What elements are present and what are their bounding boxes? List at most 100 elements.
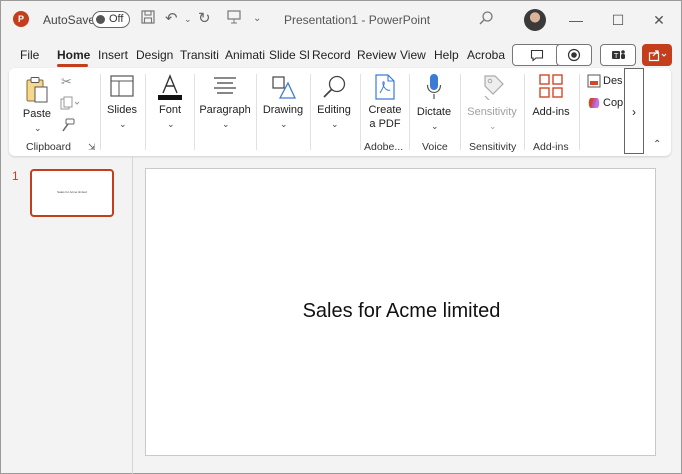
avatar[interactable] (524, 9, 546, 31)
svg-text:T: T (613, 52, 619, 60)
cut-icon[interactable]: ✂ (61, 74, 72, 90)
document-title: Presentation1 - PowerPoint (284, 13, 431, 27)
tab-animations[interactable]: Animati (225, 48, 265, 62)
present-icon[interactable] (226, 9, 242, 31)
dictate-button[interactable]: Dictate ⌄ (413, 72, 455, 132)
add-ins-grid-icon (539, 74, 563, 98)
adobe-group-label: Adobe... (364, 141, 404, 153)
editing-dropdown-icon: ⌄ (331, 119, 339, 129)
tab-design[interactable]: Design (136, 48, 173, 62)
drawing-button[interactable]: Drawing ⌄ (261, 72, 305, 132)
sensitivity-label-icon (484, 75, 504, 100)
editing-button[interactable]: Editing ⌄ (314, 72, 354, 132)
paragraph-dropdown-icon: ⌄ (222, 119, 230, 129)
save-icon[interactable] (140, 9, 156, 31)
dictate-dropdown-icon: ⌄ (431, 121, 439, 131)
add-ins-group-label: Add-ins (533, 141, 569, 153)
autosave-toggle[interactable]: Off (92, 11, 130, 28)
undo-dropdown-icon[interactable]: ⌄ (184, 9, 192, 29)
tab-review[interactable]: Review (357, 48, 396, 62)
add-ins-button[interactable]: Add-ins (528, 72, 574, 132)
autosave-state: Off (109, 13, 124, 25)
ribbon-separator (524, 74, 525, 150)
clipboard-group-label: Clipboard (26, 141, 71, 153)
close-icon[interactable]: ✕ (649, 10, 669, 30)
slides-layout-icon (110, 75, 134, 97)
slides-label: Slides (107, 104, 137, 116)
sensitivity-group-label: Sensitivity (469, 141, 517, 153)
ribbon-separator (145, 74, 146, 150)
pane-divider[interactable] (132, 157, 133, 474)
minimize-icon[interactable]: — (566, 10, 586, 30)
redo-icon[interactable]: ↻ (198, 9, 211, 29)
tab-acrobat[interactable]: Acroba (467, 48, 505, 62)
font-color-icon (158, 74, 182, 100)
tab-file[interactable]: File (20, 48, 39, 62)
tab-help[interactable]: Help (434, 48, 459, 62)
format-painter-icon[interactable] (61, 118, 75, 135)
slides-button[interactable]: Slides ⌄ (105, 72, 139, 132)
create-pdf-button[interactable]: Create a PDF (364, 72, 406, 132)
ribbon-overflow-button[interactable]: › (624, 68, 644, 154)
ribbon-tabs: File Home Insert Design Transiti Animati… (1, 43, 681, 67)
paste-label: Paste (22, 108, 52, 120)
tab-record[interactable]: Record (312, 48, 351, 62)
shapes-icon (272, 76, 297, 99)
collapse-ribbon-icon[interactable]: ⌃ (653, 139, 661, 150)
sensitivity-dropdown-icon: ⌄ (489, 121, 497, 131)
ribbon-separator (409, 74, 410, 150)
drawing-dropdown-icon: ⌄ (280, 119, 288, 129)
designer-button[interactable]: Des (587, 73, 623, 91)
maximize-icon[interactable]: ☐ (608, 10, 628, 30)
font-button[interactable]: Font ⌄ (151, 72, 189, 132)
font-label: Font (158, 104, 181, 116)
add-ins-label: Add-ins (532, 106, 570, 118)
designer-label: Des (603, 75, 623, 87)
adobe-pdf-icon (375, 74, 395, 100)
dialog-launcher-icon[interactable]: ⇲ (88, 142, 96, 153)
ribbon: Paste ⌄ ✂ Clipboard ⇲ Slides ⌄ Font ⌄ Pa… (9, 68, 671, 156)
powerpoint-window: P AutoSave Off ↶ ⌄ ↻ ⌄ Presentation1 - P… (0, 0, 682, 474)
teams-present-button[interactable]: T (600, 44, 636, 66)
create-pdf-label-line2: a PDF (369, 118, 401, 130)
ribbon-separator (360, 74, 361, 150)
drawing-label: Drawing (262, 104, 304, 116)
customize-toolbar-icon[interactable]: ⌄ (253, 9, 261, 29)
tab-view[interactable]: View (400, 48, 426, 62)
slide-thumbnail[interactable]: Sales for Acme limited (30, 169, 114, 217)
tab-slide-show[interactable]: Slide Sl (269, 48, 310, 62)
paragraph-label: Paragraph (199, 104, 251, 116)
active-tab-indicator (57, 64, 88, 67)
ribbon-separator (460, 74, 461, 150)
copy-icon[interactable] (60, 96, 80, 113)
paragraph-align-icon (214, 77, 236, 94)
tab-insert[interactable]: Insert (98, 48, 128, 62)
comments-button[interactable] (512, 44, 562, 66)
record-icon (567, 48, 581, 62)
share-button[interactable] (642, 44, 672, 66)
dictate-label: Dictate (416, 106, 452, 118)
undo-icon[interactable]: ↶ (165, 9, 178, 29)
search-icon[interactable] (478, 10, 494, 29)
title-bar: P AutoSave Off ↶ ⌄ ↻ ⌄ Presentation1 - P… (1, 1, 681, 39)
slide-title[interactable]: Sales for Acme limited (146, 300, 657, 323)
ribbon-separator (310, 74, 311, 150)
create-pdf-label-line1: Create (368, 104, 402, 116)
teams-icon: T (612, 50, 625, 60)
paste-icon (26, 77, 48, 103)
sensitivity-button[interactable]: Sensitivity ⌄ (464, 72, 520, 132)
paste-dropdown-icon: ⌄ (34, 123, 42, 133)
tab-home[interactable]: Home (57, 48, 90, 62)
copilot-button[interactable]: Cop (587, 95, 623, 113)
ribbon-separator (579, 74, 580, 150)
slide-number: 1 (12, 169, 19, 183)
paste-button[interactable]: Paste ⌄ (21, 72, 53, 133)
slides-dropdown-icon: ⌄ (119, 119, 127, 129)
record-button[interactable] (556, 44, 592, 66)
designer-icon (587, 74, 601, 88)
tab-transitions[interactable]: Transiti (180, 48, 219, 62)
sensitivity-label: Sensitivity (467, 106, 517, 118)
slide-canvas[interactable]: Sales for Acme limited (145, 168, 656, 456)
copilot-label: Cop (603, 97, 624, 109)
paragraph-button[interactable]: Paragraph ⌄ (199, 72, 251, 132)
